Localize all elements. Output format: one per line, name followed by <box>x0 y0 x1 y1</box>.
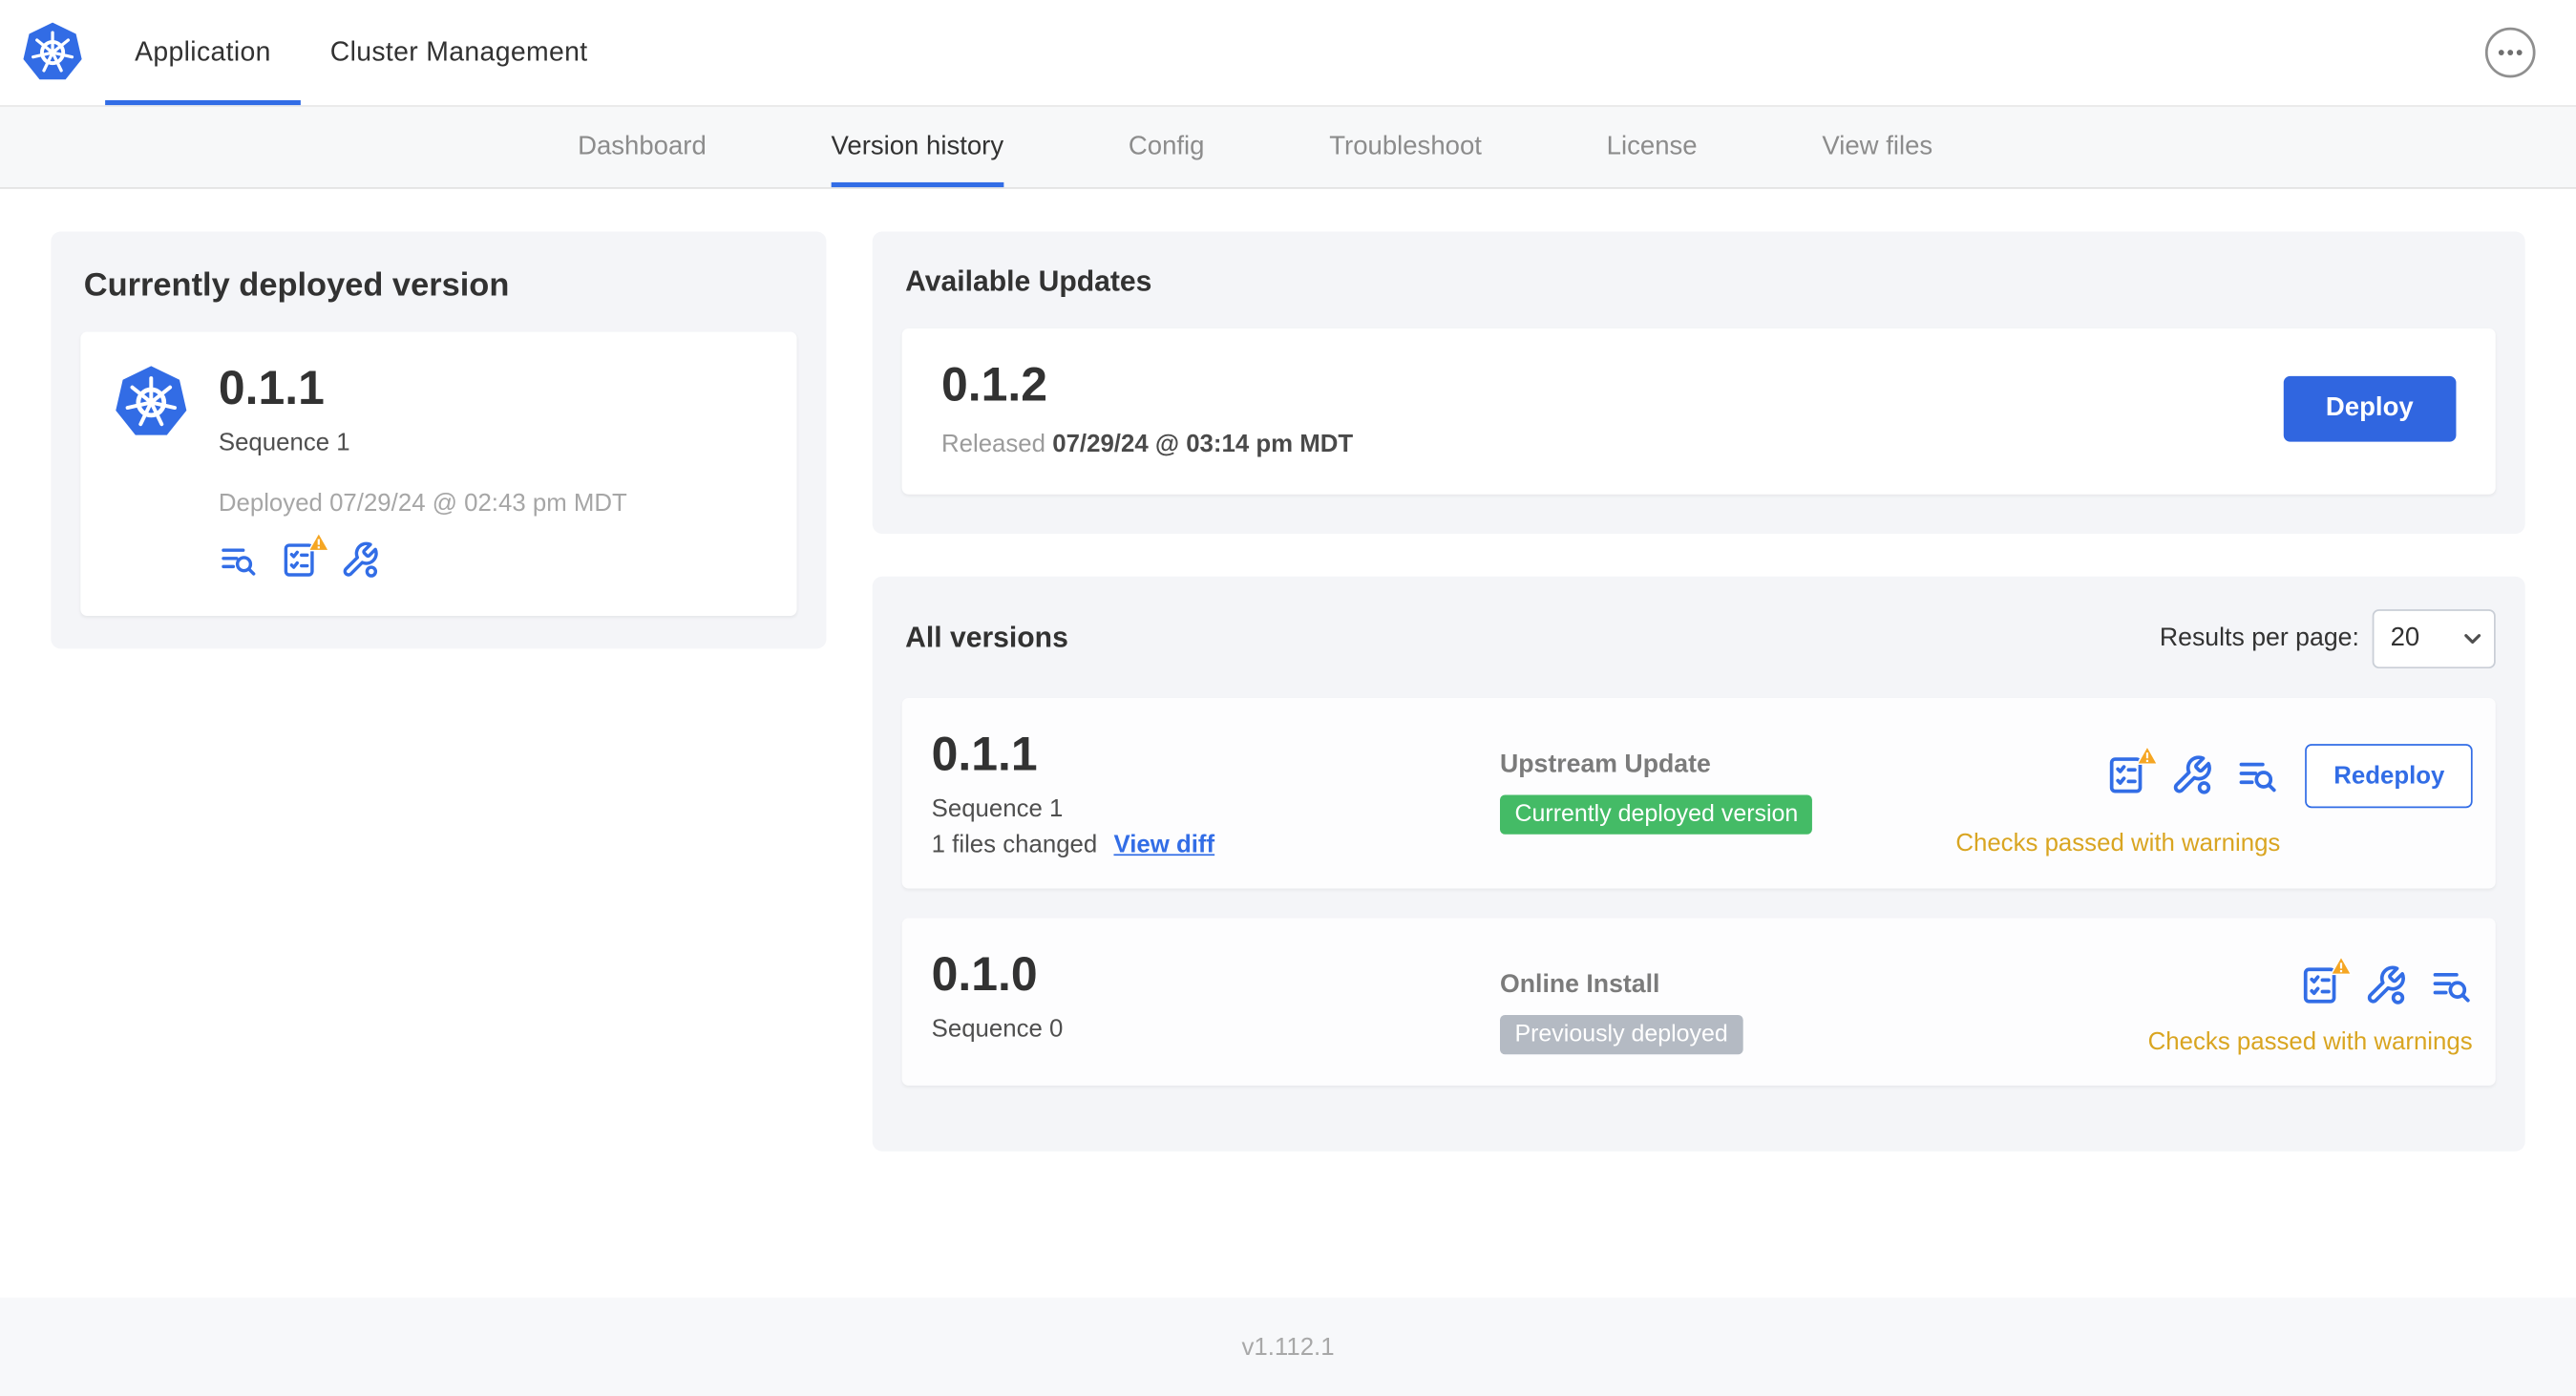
available-updates-title: Available Updates <box>905 264 1152 298</box>
results-per-page-value: 20 <box>2390 624 2420 652</box>
preflight-checks-warning-icon[interactable] <box>2105 746 2160 797</box>
status-badge: Previously deployed <box>1499 1014 1743 1054</box>
version-row: 0.1.1 Sequence 1 1 files changed View di… <box>901 697 2496 889</box>
chevron-down-icon <box>2464 633 2481 644</box>
all-versions-panel: All versions Results per page: 20 0.1.1 … <box>872 576 2525 1152</box>
subnav-tab-license[interactable]: License <box>1607 107 1698 187</box>
row-files-changed: 1 files changed View diff <box>932 831 1500 858</box>
ellipsis-menu-icon[interactable] <box>2484 27 2537 79</box>
currently-deployed-title: Currently deployed version <box>83 267 510 305</box>
version-row-actions: Redeploy Checks passed with warnings <box>1955 730 2473 857</box>
subnav-tab-view-files[interactable]: View files <box>1822 107 1932 187</box>
topbar-tabs: Application Cluster Management <box>105 0 618 106</box>
available-update-card: 0.1.2 Released 07/29/24 @ 03:14 pm MDT D… <box>901 328 2496 495</box>
diff-icon[interactable] <box>219 540 258 580</box>
tab-application[interactable]: Application <box>105 0 301 106</box>
diff-icon[interactable] <box>2237 754 2280 797</box>
current-version-actions <box>219 532 627 580</box>
row-sequence: Sequence 1 <box>931 794 1064 823</box>
warning-triangle-icon <box>2137 745 2160 768</box>
diff-icon[interactable] <box>2430 963 2473 1006</box>
currently-deployed-card: 0.1.1 Sequence 1 Deployed 07/29/24 @ 02:… <box>80 331 797 616</box>
tab-cluster-management[interactable]: Cluster Management <box>301 0 618 105</box>
results-per-page: Results per page: 20 <box>2159 608 2496 668</box>
all-versions-title: All versions <box>905 621 1068 655</box>
current-version-deployed-date: Deployed 07/29/24 @ 02:43 pm MDT <box>218 489 627 518</box>
checks-status-text: Checks passed with warnings <box>1955 829 2281 857</box>
redeploy-button[interactable]: Redeploy <box>2305 743 2473 809</box>
released-prefix: Released <box>940 430 1046 458</box>
subnav-tab-dashboard[interactable]: Dashboard <box>578 107 707 187</box>
results-per-page-select[interactable]: 20 <box>2372 608 2496 668</box>
status-badge: Currently deployed version <box>1499 794 1813 835</box>
subnav-tab-config[interactable]: Config <box>1129 107 1205 187</box>
footer: v1.112.1 <box>0 1297 2576 1396</box>
topbar: Application Cluster Management <box>0 0 2576 106</box>
kubernetes-logo <box>0 0 105 105</box>
version-row-source: Upstream Update Currently deployed versi… <box>1499 730 1955 835</box>
config-wrench-icon[interactable] <box>340 540 379 580</box>
released-date: 07/29/24 @ 03:14 pm MDT <box>1052 430 1354 458</box>
right-column: Available Updates 0.1.2 Released 07/29/2… <box>872 231 2525 1152</box>
all-versions-header: All versions Results per page: 20 <box>873 577 2525 698</box>
currently-deployed-panel: Currently deployed version 0.1.1 Sequenc… <box>51 231 827 649</box>
app-window: Application Cluster Management Dashboard… <box>0 0 2576 1396</box>
version-row-actions: Checks passed with warnings <box>2148 951 2473 1056</box>
source-label: Online Install <box>1499 970 1660 999</box>
version-row-source: Online Install Previously deployed <box>1499 951 2148 1054</box>
row-version-number: 0.1.0 <box>931 948 1038 1002</box>
files-changed-text: 1 files changed <box>931 830 1098 859</box>
row-sequence: Sequence 0 <box>931 1014 1064 1043</box>
source-label: Upstream Update <box>1499 750 1711 779</box>
warning-triangle-icon <box>307 530 330 553</box>
current-version-number: 0.1.1 <box>218 363 325 416</box>
update-version-number: 0.1.2 <box>940 359 1047 412</box>
preflight-checks-warning-icon[interactable] <box>280 532 330 580</box>
available-updates-panel: Available Updates 0.1.2 Released 07/29/2… <box>872 231 2525 534</box>
warning-triangle-icon <box>2330 954 2353 977</box>
checks-status-text: Checks passed with warnings <box>2147 1027 2473 1056</box>
version-row: 0.1.0 Sequence 0 Online Install Previous… <box>901 918 2496 1086</box>
update-released-line: Released 07/29/24 @ 03:14 pm MDT <box>941 430 1353 457</box>
preflight-checks-warning-icon[interactable] <box>2298 955 2353 1006</box>
current-version-sequence: Sequence 1 <box>218 428 350 456</box>
app-subnav: Dashboard Version history Config Trouble… <box>0 105 2576 189</box>
row-version-number: 0.1.1 <box>931 729 1038 782</box>
subnav-tab-troubleshoot[interactable]: Troubleshoot <box>1329 107 1482 187</box>
console-version: v1.112.1 <box>1241 1332 1335 1362</box>
deploy-button[interactable]: Deploy <box>2283 376 2457 443</box>
version-row-info: 0.1.1 Sequence 1 1 files changed View di… <box>931 729 1500 859</box>
results-per-page-label: Results per page: <box>2159 624 2359 652</box>
version-row-info: 0.1.0 Sequence 0 <box>931 948 1500 1043</box>
view-diff-link[interactable]: View diff <box>1113 831 1214 858</box>
kubernetes-app-icon <box>114 365 189 440</box>
main-content: Currently deployed version 0.1.1 Sequenc… <box>0 189 2576 1152</box>
subnav-tab-version-history[interactable]: Version history <box>831 107 1004 188</box>
config-wrench-icon[interactable] <box>2171 754 2214 797</box>
config-wrench-icon[interactable] <box>2364 963 2407 1006</box>
